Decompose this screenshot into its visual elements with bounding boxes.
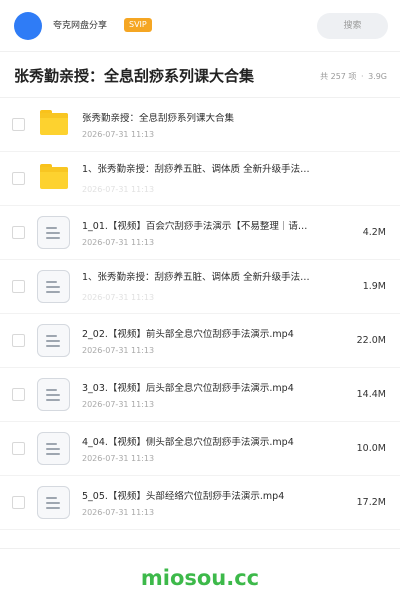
folder-icon: [40, 110, 68, 135]
watermark: miosou.cc: [140, 566, 260, 590]
share-meta: 共 257 项 · 3.9G: [319, 71, 388, 83]
footer-divider: [0, 548, 400, 549]
file-size: 4.2M: [362, 227, 386, 238]
file-date: 2026-07-31 11:13: [82, 346, 155, 355]
select-checkbox[interactable]: [12, 388, 25, 401]
file-name: 1_01.【视频】百会穴刮痧手法演示【不易整理｜请…: [82, 221, 308, 232]
list-item[interactable]: 1_01.【视频】百会穴刮痧手法演示【不易整理｜请… 2026-07-31 11…: [0, 206, 400, 260]
share-title: 夸克网盘分享: [53, 21, 108, 31]
document-icon: [37, 486, 70, 519]
folder-icon: [40, 164, 68, 189]
file-name: 5_05.【视频】头部经络穴位刮痧手法演示.mp4: [82, 491, 285, 502]
list-item[interactable]: 1、张秀勤亲授：刮痧养五脏、调体质 全新升级手法… 2026-07-31 11:…: [0, 260, 400, 314]
avatar[interactable]: [14, 12, 42, 40]
list-item[interactable]: 5_05.【视频】头部经络穴位刮痧手法演示.mp4 2026-07-31 11:…: [0, 476, 400, 530]
document-icon: [37, 432, 70, 465]
file-date: 2026-07-31 11:13: [82, 130, 155, 139]
file-name: 3_03.【视频】后头部全息穴位刮痧手法演示.mp4: [82, 383, 294, 394]
file-date: 2026-07-31 11:13: [82, 185, 155, 194]
document-icon: [37, 378, 70, 411]
list-item[interactable]: 4_04.【视频】侧头部全息穴位刮痧手法演示.mp4 2026-07-31 11…: [0, 422, 400, 476]
page-title: 张秀勤亲授：全息刮痧系列课大合集: [14, 67, 255, 85]
list-item[interactable]: 3_03.【视频】后头部全息穴位刮痧手法演示.mp4 2026-07-31 11…: [0, 368, 400, 422]
total-size: 3.9G: [368, 72, 387, 81]
select-checkbox[interactable]: [12, 496, 25, 509]
meta-separator: ·: [360, 72, 364, 81]
select-checkbox[interactable]: [12, 118, 25, 131]
list-item[interactable]: 1、张秀勤亲授：刮痧养五脏、调体质 全新升级手法… 2026-07-31 11:…: [0, 152, 400, 206]
file-date: 2026-07-31 11:13: [82, 238, 155, 247]
file-size: 17.2M: [356, 497, 386, 508]
title-bar: 张秀勤亲授：全息刮痧系列课大合集 共 257 项 · 3.9G: [0, 52, 400, 98]
file-date: 2026-07-31 11:13: [82, 293, 155, 302]
file-date: 2026-07-31 11:13: [82, 508, 155, 517]
file-name: 4_04.【视频】侧头部全息穴位刮痧手法演示.mp4: [82, 437, 294, 448]
document-icon: [37, 270, 70, 303]
select-checkbox[interactable]: [12, 226, 25, 239]
svip-badge: SVIP: [124, 18, 152, 32]
document-icon: [37, 324, 70, 357]
file-size: 10.0M: [356, 443, 386, 454]
file-list: 张秀勤亲授：全息刮痧系列课大合集 2026-07-31 11:13 1、张秀勤亲…: [0, 98, 400, 530]
file-name: 2_02.【视频】前头部全息穴位刮痧手法演示.mp4: [82, 329, 294, 340]
select-checkbox[interactable]: [12, 442, 25, 455]
item-count: 共 257 项: [320, 72, 357, 81]
list-item[interactable]: 2_02.【视频】前头部全息穴位刮痧手法演示.mp4 2026-07-31 11…: [0, 314, 400, 368]
file-date: 2026-07-31 11:13: [82, 454, 155, 463]
file-name: 张秀勤亲授：全息刮痧系列课大合集: [82, 113, 235, 124]
file-size: 22.0M: [356, 335, 386, 346]
list-item[interactable]: 张秀勤亲授：全息刮痧系列课大合集 2026-07-31 11:13: [0, 98, 400, 152]
app-header: 夸克网盘分享 SVIP 搜索: [0, 0, 400, 52]
select-checkbox[interactable]: [12, 334, 25, 347]
select-checkbox[interactable]: [12, 280, 25, 293]
file-size: 1.9M: [362, 281, 386, 292]
document-icon: [37, 216, 70, 249]
search-input[interactable]: 搜索: [317, 13, 388, 39]
select-checkbox[interactable]: [12, 172, 25, 185]
file-date: 2026-07-31 11:13: [82, 400, 155, 409]
file-size: 14.4M: [356, 389, 386, 400]
